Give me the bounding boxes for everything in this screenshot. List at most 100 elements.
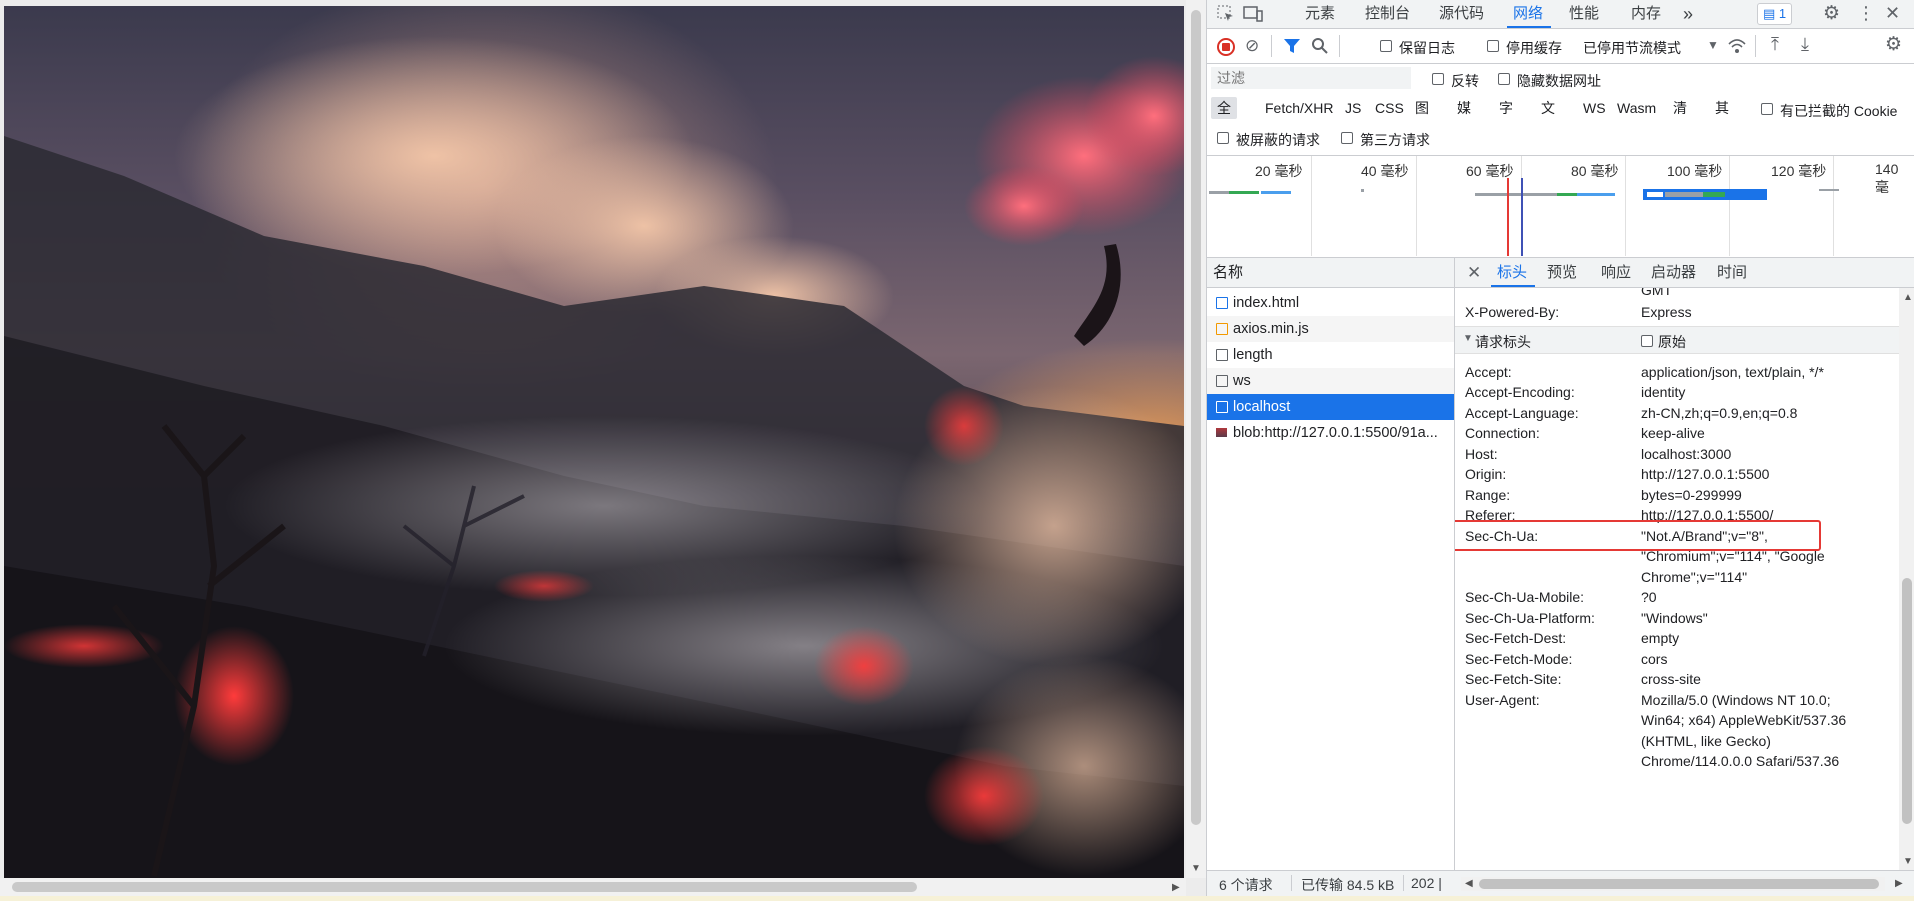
hide-data-urls-checkbox[interactable] bbox=[1498, 73, 1510, 85]
scroll-up-arrow-icon[interactable]: ▲ bbox=[1903, 292, 1913, 303]
header-value-continued: Chrome/114.0.0.0 Safari/537.36 bbox=[1641, 753, 1840, 769]
close-details-icon[interactable]: ✕ bbox=[1467, 264, 1481, 281]
type-filter-font[interactable]: 字体 bbox=[1493, 97, 1519, 138]
filter-icon[interactable] bbox=[1283, 37, 1301, 59]
tab-performance[interactable]: 性能 bbox=[1569, 0, 1599, 28]
type-filter-css[interactable]: CSS bbox=[1369, 97, 1410, 119]
header-key: Sec-Fetch-Mode: bbox=[1465, 651, 1573, 667]
tab-timing[interactable]: 时间 bbox=[1717, 258, 1747, 288]
disable-cache-checkbox[interactable] bbox=[1487, 40, 1499, 52]
raw-headers-checkbox[interactable] bbox=[1641, 335, 1653, 347]
page-horizontal-scroll-thumb[interactable] bbox=[12, 882, 917, 892]
import-har-icon[interactable]: ⤒ bbox=[1771, 35, 1779, 53]
header-value: cross-site bbox=[1641, 671, 1701, 687]
type-filter-js[interactable]: JS bbox=[1339, 97, 1367, 119]
hide-data-urls-label: 隐藏数据网址 bbox=[1517, 73, 1601, 89]
timeline-bar bbox=[1261, 191, 1291, 194]
active-detail-tab-underline bbox=[1491, 285, 1535, 287]
preserve-log-checkbox[interactable] bbox=[1380, 40, 1392, 52]
more-tabs-button[interactable]: » bbox=[1683, 0, 1693, 28]
expand-triangle-icon[interactable]: ▼ bbox=[1463, 333, 1473, 344]
record-stop-icon[interactable] bbox=[1217, 38, 1235, 56]
issues-badge[interactable]: ▤ 1 bbox=[1757, 3, 1793, 25]
header-value-continued: Win64; x64) AppleWebKit/537.36 bbox=[1641, 712, 1847, 728]
tab-elements[interactable]: 元素 bbox=[1305, 0, 1335, 28]
third-party-checkbox[interactable] bbox=[1341, 132, 1353, 144]
type-filter-wasm[interactable]: Wasm bbox=[1611, 97, 1662, 119]
request-row[interactable]: length bbox=[1207, 342, 1454, 368]
network-status-bar: 6 个请求 已传输 84.5 kB 202 | ◀ ▶ bbox=[1207, 870, 1914, 896]
active-tab-underline bbox=[1507, 26, 1551, 28]
header-value: empty bbox=[1641, 630, 1680, 646]
request-row[interactable]: ws bbox=[1207, 368, 1454, 394]
inspect-element-icon[interactable] bbox=[1217, 5, 1235, 27]
scroll-left-arrow-icon[interactable]: ◀ bbox=[1465, 878, 1473, 889]
scroll-right-arrow-icon[interactable]: ▶ bbox=[1172, 882, 1180, 893]
tab-preview[interactable]: 预览 bbox=[1547, 258, 1577, 288]
header-key: Sec-Ch-Ua-Platform: bbox=[1465, 610, 1595, 626]
toolbar-divider bbox=[1755, 35, 1756, 57]
xhr-icon bbox=[1216, 349, 1228, 361]
load-event-marker bbox=[1507, 178, 1509, 256]
type-filter-img[interactable]: 图片 bbox=[1409, 97, 1435, 138]
tab-network[interactable]: 网络 bbox=[1513, 0, 1543, 28]
export-har-icon[interactable]: ⤓ bbox=[1801, 35, 1809, 53]
details-horizontal-scroll-thumb[interactable] bbox=[1479, 879, 1879, 889]
type-filter-media[interactable]: 媒体 bbox=[1451, 97, 1477, 138]
filter-input[interactable] bbox=[1211, 67, 1411, 89]
type-filter-other[interactable]: 其他 bbox=[1709, 97, 1735, 138]
tab-initiator[interactable]: 启动器 bbox=[1651, 258, 1696, 288]
grid-line bbox=[1416, 156, 1417, 256]
request-options-row: 被屏蔽的请求 第三方请求 bbox=[1207, 122, 1914, 156]
blocked-cookies-checkbox[interactable] bbox=[1761, 103, 1773, 115]
grid-line bbox=[1311, 156, 1312, 256]
type-filter-fetch-xhr[interactable]: Fetch/XHR bbox=[1259, 97, 1339, 119]
tab-console[interactable]: 控制台 bbox=[1365, 0, 1410, 28]
page-vertical-scroll-thumb[interactable] bbox=[1191, 10, 1201, 825]
clear-icon[interactable]: ⊘ bbox=[1245, 37, 1259, 54]
request-row[interactable]: index.html bbox=[1207, 290, 1454, 316]
close-devtools-icon[interactable]: ✕ bbox=[1885, 4, 1900, 22]
image-icon bbox=[1216, 428, 1227, 437]
device-toolbar-icon[interactable] bbox=[1243, 5, 1263, 27]
network-overview-timeline[interactable]: 20 毫秒 40 毫秒 60 毫秒 80 毫秒 100 毫秒 120 毫秒 14… bbox=[1207, 156, 1914, 258]
timeline-tick: 40 毫秒 bbox=[1361, 163, 1409, 179]
type-filter-ws[interactable]: WS bbox=[1577, 97, 1612, 119]
request-row[interactable]: blob:http://127.0.0.1:5500/91a... bbox=[1207, 420, 1454, 446]
scroll-down-arrow-icon[interactable]: ▼ bbox=[1191, 863, 1201, 874]
type-filter-doc[interactable]: 文档 bbox=[1535, 97, 1561, 138]
scroll-down-arrow-icon[interactable]: ▼ bbox=[1903, 856, 1913, 867]
header-key: User-Agent: bbox=[1465, 692, 1540, 708]
request-details-panel: ✕ 标头 预览 响应 启动器 时间 GMT X-Powered-By: Expr… bbox=[1455, 258, 1914, 870]
throttling-select[interactable]: 已停用节流模式 bbox=[1583, 38, 1681, 58]
chevron-down-icon[interactable]: ▼ bbox=[1707, 39, 1719, 51]
invert-checkbox[interactable] bbox=[1432, 73, 1444, 85]
grid-line bbox=[1833, 156, 1834, 256]
tab-headers[interactable]: 标头 bbox=[1497, 258, 1527, 288]
header-key: Connection: bbox=[1465, 425, 1540, 441]
request-name: length bbox=[1233, 347, 1273, 363]
header-value: identity bbox=[1641, 384, 1686, 400]
timeline-bar bbox=[1577, 193, 1615, 196]
blocked-requests-checkbox[interactable] bbox=[1217, 132, 1229, 144]
scroll-right-arrow-icon[interactable]: ▶ bbox=[1895, 878, 1903, 889]
more-options-icon[interactable]: ⋮ bbox=[1857, 4, 1875, 22]
search-icon[interactable] bbox=[1311, 37, 1329, 59]
settings-gear-icon[interactable]: ⚙ bbox=[1823, 4, 1840, 23]
tab-memory[interactable]: 内存 bbox=[1631, 0, 1661, 28]
type-filter-all[interactable]: 全部 bbox=[1211, 97, 1237, 138]
tab-response[interactable]: 响应 bbox=[1601, 258, 1631, 288]
request-row-selected[interactable]: localhost bbox=[1207, 394, 1454, 420]
request-headers-section[interactable]: ▼ 请求标头 原始 bbox=[1455, 326, 1899, 354]
name-column-header[interactable]: 名称 bbox=[1207, 258, 1454, 288]
network-settings-gear-icon[interactable]: ⚙ bbox=[1885, 35, 1902, 54]
header-key: Host: bbox=[1465, 446, 1498, 462]
details-vertical-scroll-thumb[interactable] bbox=[1902, 578, 1912, 824]
raw-headers-label: 原始 bbox=[1658, 334, 1686, 350]
type-filter-manifest[interactable]: 清单 bbox=[1667, 97, 1693, 138]
tab-sources[interactable]: 源代码 bbox=[1439, 0, 1484, 28]
range-highlight-box bbox=[1455, 520, 1821, 551]
timeline-bar bbox=[1557, 193, 1577, 196]
request-row[interactable]: axios.min.js bbox=[1207, 316, 1454, 342]
network-conditions-icon[interactable] bbox=[1727, 37, 1747, 59]
